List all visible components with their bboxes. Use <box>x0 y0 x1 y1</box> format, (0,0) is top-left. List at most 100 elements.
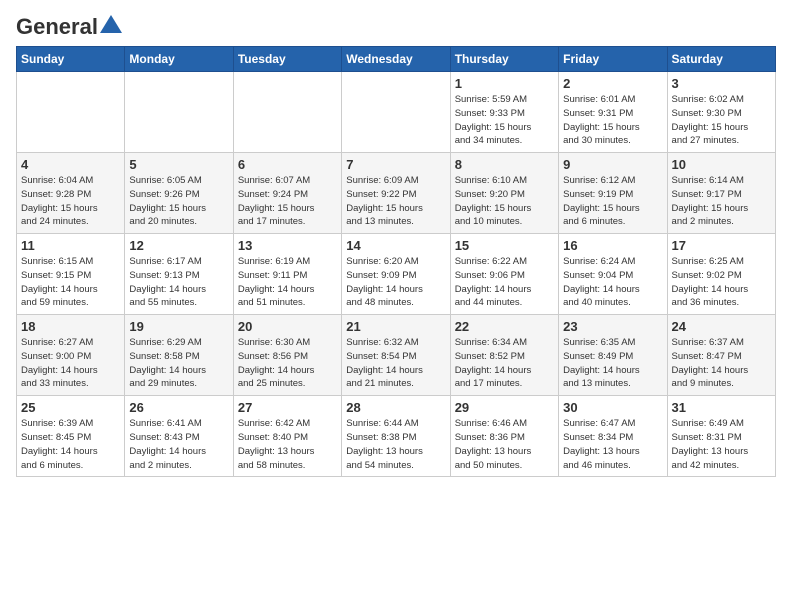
day-number: 25 <box>21 400 120 415</box>
day-number: 8 <box>455 157 554 172</box>
calendar-cell: 17 Sunrise: 6:25 AMSunset: 9:02 PMDayligh… <box>667 234 775 315</box>
calendar-week-row: 1 Sunrise: 5:59 AMSunset: 9:33 PMDaylight… <box>17 72 776 153</box>
day-number: 20 <box>238 319 337 334</box>
calendar-cell: 4 Sunrise: 6:04 AMSunset: 9:28 PMDaylight… <box>17 153 125 234</box>
day-number: 17 <box>672 238 771 253</box>
calendar-cell: 2Sunrise: 6:01 AMSunset: 9:31 PMDaylight… <box>559 72 667 153</box>
day-number: 15 <box>455 238 554 253</box>
day-info: Sunrise: 6:29 AMSunset: 8:58 PMDaylight:… <box>129 336 228 391</box>
calendar-week-row: 25Sunrise: 6:39 AMSunset: 8:45 PMDayligh… <box>17 396 776 477</box>
day-info: Sunrise: 6:19 AMSunset: 9:11 PMDaylight:… <box>238 255 337 310</box>
calendar-cell <box>17 72 125 153</box>
calendar-cell <box>125 72 233 153</box>
calendar-cell <box>233 72 341 153</box>
weekday-header-wednesday: Wednesday <box>342 47 450 72</box>
calendar-cell: 19 Sunrise: 6:29 AMSunset: 8:58 PMDayligh… <box>125 315 233 396</box>
day-number: 14 <box>346 238 445 253</box>
calendar-cell: 20 Sunrise: 6:30 AMSunset: 8:56 PMDayligh… <box>233 315 341 396</box>
day-number: 18 <box>21 319 120 334</box>
calendar-cell: 29 Sunrise: 6:46 AMSunset: 8:36 PMDayligh… <box>450 396 558 477</box>
page-header: General <box>16 16 776 38</box>
day-info: Sunrise: 6:24 AMSunset: 9:04 PMDaylight:… <box>563 255 662 310</box>
calendar-cell: 15 Sunrise: 6:22 AMSunset: 9:06 PMDayligh… <box>450 234 558 315</box>
day-number: 2 <box>563 76 662 91</box>
day-number: 30 <box>563 400 662 415</box>
day-info: Sunrise: 6:25 AMSunset: 9:02 PMDaylight:… <box>672 255 771 310</box>
day-number: 23 <box>563 319 662 334</box>
calendar-cell: 26Sunrise: 6:41 AMSunset: 8:43 PMDayligh… <box>125 396 233 477</box>
calendar-cell: 16Sunrise: 6:24 AMSunset: 9:04 PMDayligh… <box>559 234 667 315</box>
day-info: Sunrise: 6:34 AMSunset: 8:52 PMDaylight:… <box>455 336 554 391</box>
calendar-cell: 13 Sunrise: 6:19 AMSunset: 9:11 PMDayligh… <box>233 234 341 315</box>
calendar-cell: 12Sunrise: 6:17 AMSunset: 9:13 PMDayligh… <box>125 234 233 315</box>
day-info: Sunrise: 6:35 AMSunset: 8:49 PMDaylight:… <box>563 336 662 391</box>
logo-triangle-icon <box>100 13 122 35</box>
day-info: Sunrise: 6:04 AMSunset: 9:28 PMDaylight:… <box>21 174 120 229</box>
calendar-cell: 14 Sunrise: 6:20 AMSunset: 9:09 PMDayligh… <box>342 234 450 315</box>
day-info: Sunrise: 6:46 AMSunset: 8:36 PMDaylight:… <box>455 417 554 472</box>
calendar-cell <box>342 72 450 153</box>
calendar-cell: 9 Sunrise: 6:12 AMSunset: 9:19 PMDaylight… <box>559 153 667 234</box>
day-info: Sunrise: 6:05 AMSunset: 9:26 PMDaylight:… <box>129 174 228 229</box>
calendar-cell: 10Sunrise: 6:14 AMSunset: 9:17 PMDayligh… <box>667 153 775 234</box>
calendar-cell: 6 Sunrise: 6:07 AMSunset: 9:24 PMDaylight… <box>233 153 341 234</box>
weekday-header-saturday: Saturday <box>667 47 775 72</box>
calendar-cell: 21 Sunrise: 6:32 AMSunset: 8:54 PMDayligh… <box>342 315 450 396</box>
day-info: Sunrise: 6:30 AMSunset: 8:56 PMDaylight:… <box>238 336 337 391</box>
day-number: 5 <box>129 157 228 172</box>
day-info: Sunrise: 6:22 AMSunset: 9:06 PMDaylight:… <box>455 255 554 310</box>
day-info: Sunrise: 6:37 AMSunset: 8:47 PMDaylight:… <box>672 336 771 391</box>
day-info: Sunrise: 6:12 AMSunset: 9:19 PMDaylight:… <box>563 174 662 229</box>
calendar-cell: 31Sunrise: 6:49 AMSunset: 8:31 PMDayligh… <box>667 396 775 477</box>
calendar-cell: 3 Sunrise: 6:02 AMSunset: 9:30 PMDaylight… <box>667 72 775 153</box>
day-number: 4 <box>21 157 120 172</box>
day-info: Sunrise: 6:47 AMSunset: 8:34 PMDaylight:… <box>563 417 662 472</box>
day-number: 7 <box>346 157 445 172</box>
weekday-header-tuesday: Tuesday <box>233 47 341 72</box>
day-number: 29 <box>455 400 554 415</box>
day-number: 3 <box>672 76 771 91</box>
day-number: 26 <box>129 400 228 415</box>
calendar-cell: 27 Sunrise: 6:42 AMSunset: 8:40 PMDayligh… <box>233 396 341 477</box>
day-info: Sunrise: 6:02 AMSunset: 9:30 PMDaylight:… <box>672 93 771 148</box>
calendar-week-row: 4 Sunrise: 6:04 AMSunset: 9:28 PMDaylight… <box>17 153 776 234</box>
calendar-cell: 7 Sunrise: 6:09 AMSunset: 9:22 PMDaylight… <box>342 153 450 234</box>
calendar-cell: 23 Sunrise: 6:35 AMSunset: 8:49 PMDayligh… <box>559 315 667 396</box>
logo-general-text: General <box>16 16 98 38</box>
day-info: Sunrise: 6:09 AMSunset: 9:22 PMDaylight:… <box>346 174 445 229</box>
calendar-week-row: 11Sunrise: 6:15 AMSunset: 9:15 PMDayligh… <box>17 234 776 315</box>
day-info: Sunrise: 6:20 AMSunset: 9:09 PMDaylight:… <box>346 255 445 310</box>
day-info: Sunrise: 6:42 AMSunset: 8:40 PMDaylight:… <box>238 417 337 472</box>
calendar-cell: 22Sunrise: 6:34 AMSunset: 8:52 PMDayligh… <box>450 315 558 396</box>
calendar-cell: 18 Sunrise: 6:27 AMSunset: 9:00 PMDayligh… <box>17 315 125 396</box>
calendar-table: SundayMondayTuesdayWednesdayThursdayFrid… <box>16 46 776 477</box>
calendar-cell: 8 Sunrise: 6:10 AMSunset: 9:20 PMDaylight… <box>450 153 558 234</box>
day-number: 19 <box>129 319 228 334</box>
calendar-week-row: 18 Sunrise: 6:27 AMSunset: 9:00 PMDayligh… <box>17 315 776 396</box>
day-number: 31 <box>672 400 771 415</box>
day-number: 21 <box>346 319 445 334</box>
weekday-header-sunday: Sunday <box>17 47 125 72</box>
day-number: 28 <box>346 400 445 415</box>
day-number: 27 <box>238 400 337 415</box>
weekday-header-monday: Monday <box>125 47 233 72</box>
calendar-header-row: SundayMondayTuesdayWednesdayThursdayFrid… <box>17 47 776 72</box>
day-info: Sunrise: 6:10 AMSunset: 9:20 PMDaylight:… <box>455 174 554 229</box>
calendar-cell: 11Sunrise: 6:15 AMSunset: 9:15 PMDayligh… <box>17 234 125 315</box>
day-info: Sunrise: 6:07 AMSunset: 9:24 PMDaylight:… <box>238 174 337 229</box>
day-number: 13 <box>238 238 337 253</box>
day-number: 1 <box>455 76 554 91</box>
logo: General <box>16 16 122 38</box>
day-info: Sunrise: 5:59 AMSunset: 9:33 PMDaylight:… <box>455 93 554 148</box>
day-info: Sunrise: 6:17 AMSunset: 9:13 PMDaylight:… <box>129 255 228 310</box>
day-info: Sunrise: 6:27 AMSunset: 9:00 PMDaylight:… <box>21 336 120 391</box>
day-number: 24 <box>672 319 771 334</box>
day-number: 6 <box>238 157 337 172</box>
day-info: Sunrise: 6:32 AMSunset: 8:54 PMDaylight:… <box>346 336 445 391</box>
calendar-cell: 30 Sunrise: 6:47 AMSunset: 8:34 PMDayligh… <box>559 396 667 477</box>
day-info: Sunrise: 6:44 AMSunset: 8:38 PMDaylight:… <box>346 417 445 472</box>
day-info: Sunrise: 6:15 AMSunset: 9:15 PMDaylight:… <box>21 255 120 310</box>
calendar-cell: 5 Sunrise: 6:05 AMSunset: 9:26 PMDaylight… <box>125 153 233 234</box>
day-number: 9 <box>563 157 662 172</box>
calendar-cell: 1 Sunrise: 5:59 AMSunset: 9:33 PMDaylight… <box>450 72 558 153</box>
